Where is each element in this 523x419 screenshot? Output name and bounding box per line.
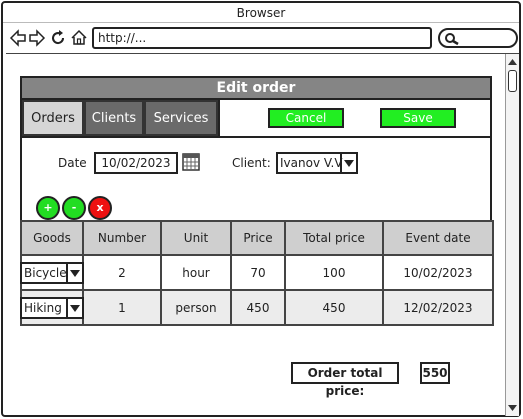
chevron-down-icon xyxy=(344,160,354,167)
column-header[interactable]: Unit xyxy=(160,220,232,256)
window-title: Browser xyxy=(3,3,519,23)
client-dropdown-arrow[interactable] xyxy=(340,154,356,172)
panel-title: Edit order xyxy=(20,76,492,100)
order-total-value: 550 xyxy=(420,362,450,384)
price-cell[interactable]: 450 xyxy=(230,289,286,326)
table-header-row: Goods Number Unit Price Total price Even… xyxy=(20,220,494,256)
table-row[interactable]: Bicycle 2 hour 70 100 10/02/2023 xyxy=(20,254,494,291)
vertical-scrollbar[interactable] xyxy=(505,54,519,416)
column-header[interactable]: Goods xyxy=(20,220,84,256)
reload-button[interactable] xyxy=(49,27,67,49)
client-value: Ivanov V.V xyxy=(280,156,343,170)
save-button[interactable]: Save xyxy=(380,108,456,128)
price-cell[interactable]: 70 xyxy=(230,254,286,291)
column-header[interactable]: Event date xyxy=(382,220,494,256)
remove-row-button[interactable]: - xyxy=(62,196,86,220)
browser-window: Browser http://... Edit order Orders Cli… xyxy=(1,1,521,417)
scroll-down-icon[interactable] xyxy=(507,402,518,414)
column-header[interactable]: Total price xyxy=(284,220,384,256)
arrow-left-icon xyxy=(9,29,26,47)
calendar-icon[interactable] xyxy=(182,153,200,171)
column-header[interactable]: Number xyxy=(82,220,162,256)
tab-bar: Orders Clients Services Cancel Save xyxy=(20,100,492,138)
goods-dropdown-arrow[interactable] xyxy=(66,298,82,317)
goods-value: Hiking xyxy=(24,300,62,315)
client-select[interactable]: Ivanov V.V xyxy=(276,152,358,174)
total-price-cell: 450 xyxy=(284,289,384,326)
browser-search-input[interactable] xyxy=(438,28,518,48)
home-button[interactable] xyxy=(70,27,88,49)
order-total-label: Order total price: xyxy=(291,362,399,398)
client-label: Client: xyxy=(232,156,271,170)
number-cell[interactable]: 1 xyxy=(82,289,162,326)
table-row[interactable]: Hiking 1 person 450 450 12/02/2023 xyxy=(20,289,494,326)
goods-value: Bicycle xyxy=(24,265,67,280)
search-icon xyxy=(445,33,459,46)
back-button[interactable] xyxy=(9,27,27,49)
column-header[interactable]: Price xyxy=(230,220,286,256)
add-row-button[interactable]: + xyxy=(36,196,60,220)
tab-divider xyxy=(218,100,220,136)
unit-cell[interactable]: person xyxy=(160,289,232,326)
event-date-cell[interactable]: 10/02/2023 xyxy=(382,254,494,291)
scroll-up-icon[interactable] xyxy=(507,56,518,68)
number-cell[interactable]: 2 xyxy=(82,254,162,291)
url-input[interactable]: http://... xyxy=(92,27,432,49)
chevron-down-icon xyxy=(70,269,80,277)
goods-dropdown-arrow[interactable] xyxy=(66,263,82,282)
delete-row-button[interactable]: x xyxy=(88,196,112,220)
date-input[interactable]: 10/02/2023 xyxy=(94,152,178,174)
home-icon xyxy=(71,29,87,45)
scrollbar-thumb[interactable] xyxy=(508,70,517,92)
tab-services[interactable]: Services xyxy=(144,100,218,136)
goods-cell: Hiking xyxy=(20,289,84,326)
cancel-button[interactable]: Cancel xyxy=(268,108,344,128)
total-price-cell: 100 xyxy=(284,254,384,291)
arrow-right-icon xyxy=(29,29,46,47)
page-viewport: Edit order Orders Clients Services Cance… xyxy=(6,53,519,416)
goods-select[interactable]: Hiking xyxy=(20,296,84,319)
unit-cell[interactable]: hour xyxy=(160,254,232,291)
chevron-down-icon xyxy=(70,304,80,312)
goods-select[interactable]: Bicycle xyxy=(20,261,84,284)
date-label: Date xyxy=(58,156,87,170)
order-items-table: Goods Number Unit Price Total price Even… xyxy=(20,220,494,326)
goods-cell: Bicycle xyxy=(20,254,84,291)
forward-button[interactable] xyxy=(28,27,46,49)
reload-icon xyxy=(52,30,65,45)
tab-clients[interactable]: Clients xyxy=(84,100,144,136)
event-date-cell[interactable]: 12/02/2023 xyxy=(382,289,494,326)
tab-orders[interactable]: Orders xyxy=(22,100,84,136)
